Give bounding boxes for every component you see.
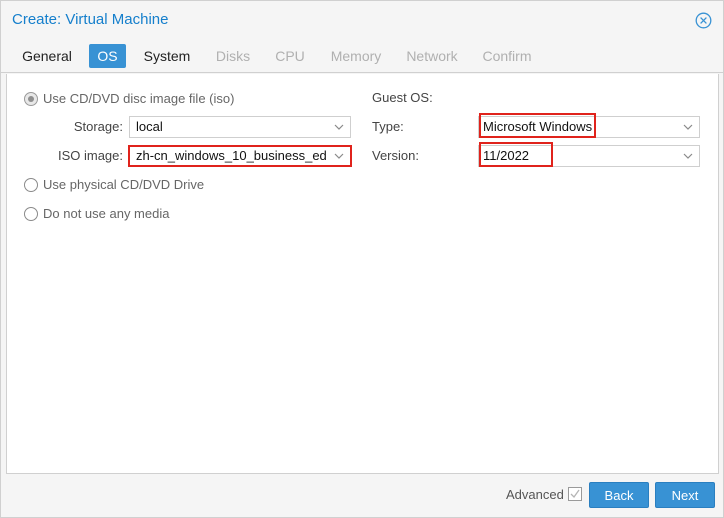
- iso-media-option[interactable]: Use CD/DVD disc image file (iso): [24, 90, 234, 108]
- os-type-label: Type:: [372, 119, 404, 134]
- radio-unchecked-icon[interactable]: [24, 178, 38, 192]
- tab-confirm[interactable]: Confirm: [478, 44, 536, 68]
- tab-network[interactable]: Network: [402, 44, 462, 68]
- storage-label: Storage:: [73, 119, 123, 134]
- os-type-select[interactable]: Microsoft Windows: [478, 116, 700, 138]
- physical-drive-option-label: Use physical CD/DVD Drive: [43, 177, 205, 192]
- chevron-down-icon[interactable]: [683, 151, 693, 161]
- os-version-value: 11/2022: [483, 148, 530, 163]
- tab-memory[interactable]: Memory: [327, 44, 385, 68]
- radio-unchecked-icon[interactable]: [24, 207, 38, 221]
- physical-drive-option[interactable]: Use physical CD/DVD Drive: [24, 176, 204, 194]
- advanced-checkbox[interactable]: [568, 487, 582, 501]
- create-vm-dialog: Create: Virtual Machine General OS Syste…: [0, 0, 724, 518]
- os-version-select[interactable]: 11/2022: [478, 145, 700, 167]
- no-media-option-label: Do not use any media: [43, 206, 170, 221]
- storage-value: local: [136, 119, 163, 134]
- close-icon[interactable]: [695, 12, 712, 29]
- tab-general[interactable]: General: [17, 44, 77, 68]
- chevron-down-icon[interactable]: [683, 122, 693, 132]
- dialog-footer: Advanced Back Next: [1, 475, 723, 517]
- os-panel: Use CD/DVD disc image file (iso) Storage…: [6, 74, 719, 474]
- guest-os-heading: Guest OS:: [372, 90, 433, 105]
- iso-image-value: zh-cn_windows_10_business_ed: [136, 148, 326, 163]
- chevron-down-icon[interactable]: [334, 151, 344, 161]
- chevron-down-icon[interactable]: [334, 122, 344, 132]
- back-button[interactable]: Back: [589, 482, 649, 508]
- next-button[interactable]: Next: [655, 482, 715, 508]
- advanced-label: Advanced: [506, 487, 564, 502]
- iso-image-label: ISO image:: [57, 148, 123, 163]
- iso-media-option-label: Use CD/DVD disc image file (iso): [43, 91, 235, 106]
- storage-select[interactable]: local: [129, 116, 351, 138]
- checkmark-icon: [570, 489, 580, 499]
- tab-system[interactable]: System: [140, 44, 194, 68]
- dialog-titlebar: Create: Virtual Machine: [1, 1, 723, 41]
- tab-os[interactable]: OS: [89, 44, 126, 68]
- dialog-title: Create: Virtual Machine: [12, 11, 169, 28]
- no-media-option[interactable]: Do not use any media: [24, 205, 169, 223]
- radio-checked-icon[interactable]: [24, 92, 38, 106]
- os-type-value: Microsoft Windows: [483, 119, 593, 134]
- tab-cpu[interactable]: CPU: [271, 44, 309, 68]
- wizard-tabs: General OS System Disks CPU Memory Netwo…: [1, 41, 723, 73]
- os-version-label: Version:: [372, 148, 419, 163]
- iso-image-select[interactable]: zh-cn_windows_10_business_ed: [129, 145, 351, 167]
- tab-disks[interactable]: Disks: [211, 44, 255, 68]
